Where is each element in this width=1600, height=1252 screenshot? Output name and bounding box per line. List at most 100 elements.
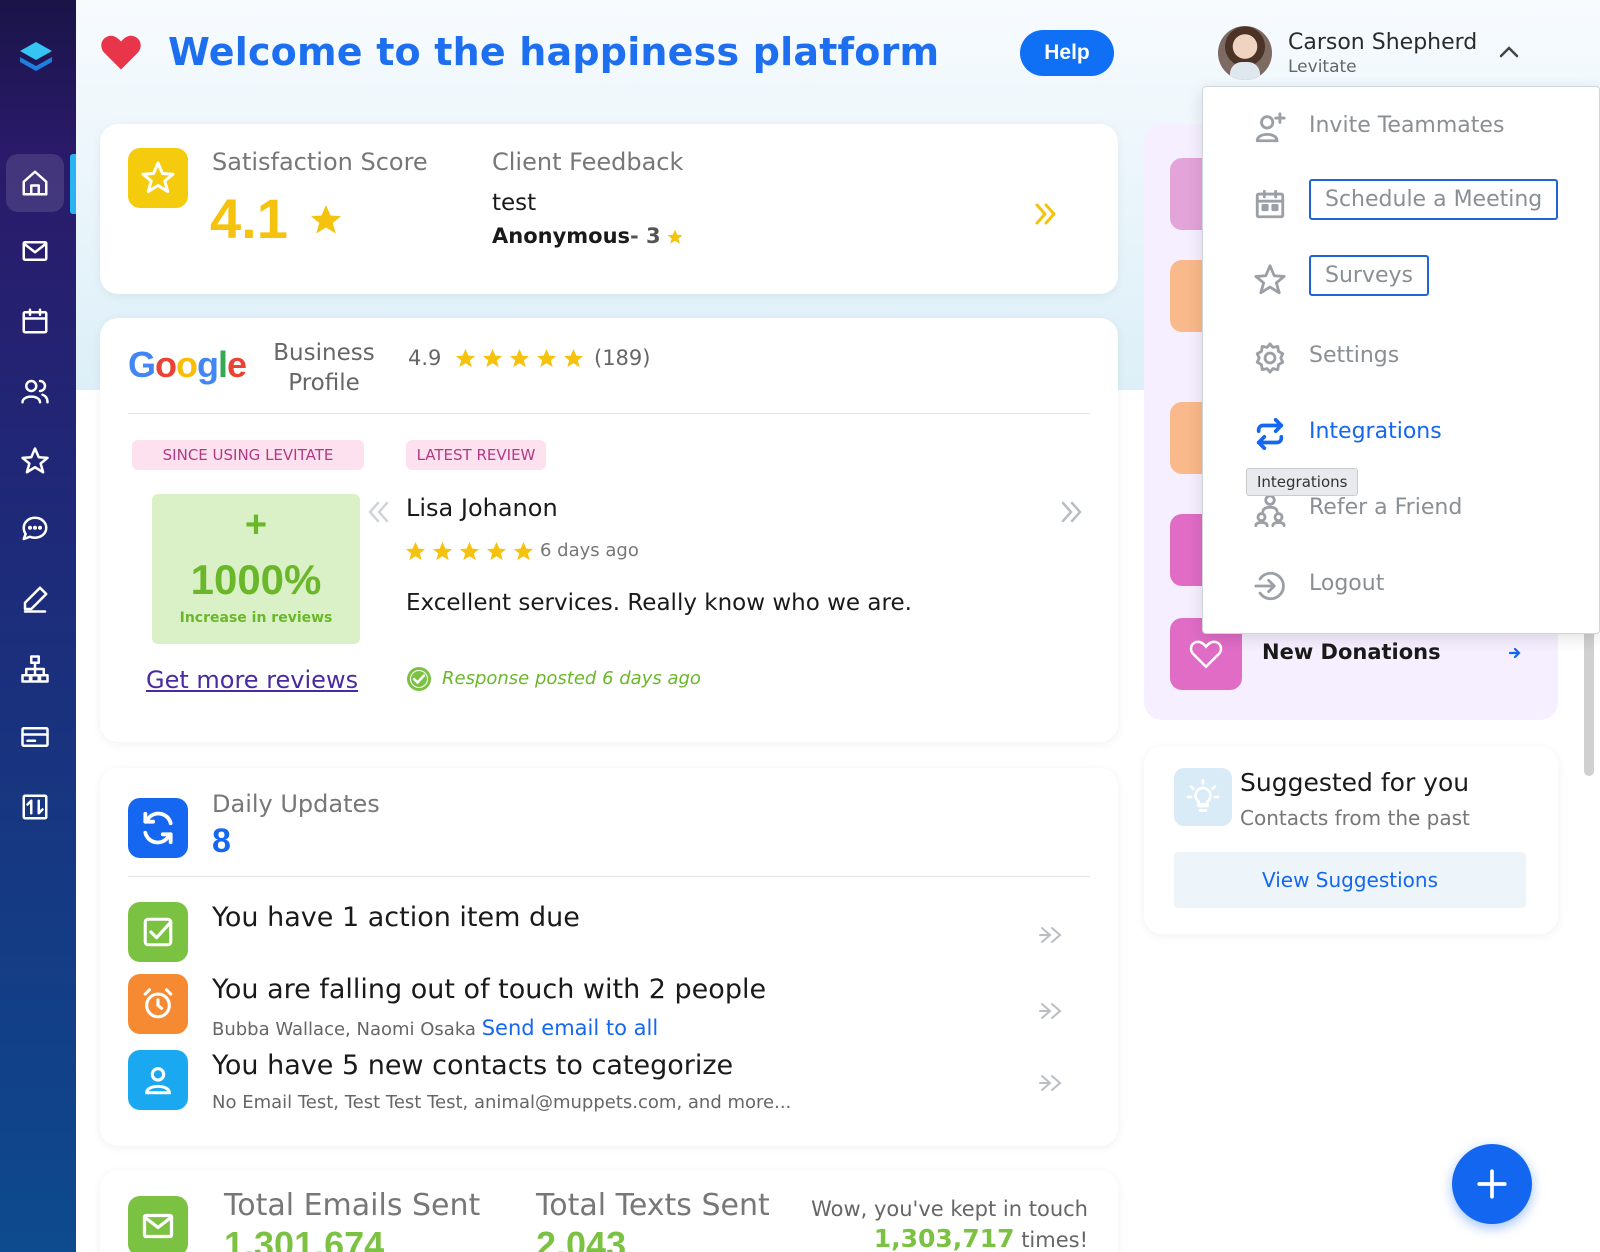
kept-in-touch-prefix: Wow, you've kept in touch	[811, 1197, 1088, 1221]
feedback-author: Anonymous	[492, 224, 631, 248]
nav-transfer-icon[interactable]	[6, 778, 64, 836]
double-chevron-right-icon[interactable]	[1032, 200, 1060, 228]
double-arrow-right-icon[interactable]	[1038, 924, 1066, 946]
update-subtitle: No Email Test, Test Test Test, animal@mu…	[212, 1092, 792, 1113]
growth-value: 1000%	[190, 556, 322, 603]
update-title: You have 1 action item due	[212, 902, 580, 933]
page-title: Welcome to the happiness platform	[168, 30, 940, 74]
nav-hierarchy-icon[interactable]	[6, 640, 64, 698]
menu-item-label: Refer a Friend	[1309, 495, 1463, 520]
response-posted-text: Response posted 6 days ago	[442, 668, 701, 689]
avatar[interactable]	[1218, 26, 1272, 80]
divider	[128, 876, 1090, 877]
double-chevron-right-icon[interactable]	[1058, 498, 1086, 526]
review-text: Excellent services. Really know who we a…	[406, 590, 912, 616]
kept-in-touch-count: 1,303,717	[873, 1224, 1015, 1252]
user-menu-dropdown: Invite Teammates Schedule a Meeting Surv…	[1202, 86, 1600, 634]
nav-edit-icon[interactable]	[6, 570, 64, 628]
growth-plus: +	[244, 504, 268, 546]
add-button[interactable]	[1452, 1144, 1532, 1224]
menu-item-schedule-meeting[interactable]: Schedule a Meeting	[1203, 175, 1599, 231]
nav-home-icon[interactable]	[6, 154, 64, 212]
reviewer-name: Lisa Johanon	[406, 494, 558, 522]
sync-arrows-icon	[1253, 417, 1287, 451]
nav-calendar-icon[interactable]	[6, 292, 64, 350]
star-icon	[459, 541, 480, 561]
satisfaction-label: Satisfaction Score	[212, 148, 428, 176]
since-using-badge: SINCE USING LEVITATE	[132, 440, 364, 470]
satisfaction-card: Satisfaction Score 4.1 Client Feedback t…	[100, 124, 1118, 294]
lightbulb-icon	[1174, 768, 1232, 826]
star-icon	[513, 541, 534, 561]
refresh-icon	[128, 798, 188, 858]
update-title: You have 5 new contacts to categorize	[212, 1050, 734, 1081]
suggested-card: Suggested for you Contacts from the past…	[1144, 746, 1558, 934]
send-email-to-all-link[interactable]: Send email to all	[482, 1016, 658, 1040]
get-more-reviews-link[interactable]: Get more reviews	[146, 666, 358, 694]
feedback-rating: - 3	[630, 224, 661, 248]
google-rating: 4.9	[408, 346, 442, 370]
double-chevron-left-icon[interactable]	[364, 498, 392, 526]
menu-item-label: Settings	[1309, 343, 1400, 368]
divider	[128, 413, 1090, 414]
total-emails-value: 1,301,674	[224, 1224, 385, 1252]
nav-chat-icon[interactable]	[6, 500, 64, 558]
chevron-up-icon[interactable]	[1498, 44, 1520, 58]
nav-star-icon[interactable]	[6, 432, 64, 490]
view-suggestions-button[interactable]: View Suggestions	[1174, 852, 1526, 908]
totals-card: Total Emails Sent 1,301,674 Total Texts …	[100, 1170, 1118, 1252]
nav-card-icon[interactable]	[6, 708, 64, 766]
menu-item-invite-teammates[interactable]: Invite Teammates	[1203, 99, 1599, 155]
nav-contacts-icon[interactable]	[6, 362, 64, 420]
total-emails-label: Total Emails Sent	[224, 1188, 481, 1223]
double-arrow-right-icon[interactable]	[1038, 1072, 1066, 1094]
satisfaction-star-icon	[128, 148, 188, 208]
total-texts-value: 2,043	[536, 1224, 627, 1252]
star-icon	[563, 348, 584, 368]
kept-in-touch-suffix: times!	[1021, 1228, 1088, 1252]
daily-updates-label: Daily Updates	[212, 790, 380, 818]
review-time: 6 days ago	[540, 540, 639, 561]
user-name[interactable]: Carson Shepherd	[1288, 30, 1477, 55]
menu-item-logout[interactable]: Logout	[1203, 557, 1599, 613]
google-review-count: (189)	[594, 346, 651, 370]
latest-review-badge: LATEST REVIEW	[406, 440, 546, 470]
daily-updates-card: Daily Updates 8 You have 1 action item d…	[100, 768, 1118, 1146]
kept-in-touch-message: Wow, you've kept in touch 1,303,717 time…	[811, 1194, 1088, 1252]
growth-stat-box: + 1000% Increase in reviews	[152, 494, 360, 644]
menu-item-integrations[interactable]: Integrations	[1203, 405, 1599, 461]
plus-icon	[1477, 1169, 1507, 1199]
google-reviews-card: Google Business Profile 4.9 (189) SINCE …	[100, 318, 1118, 742]
help-button[interactable]: Help	[1020, 30, 1114, 76]
star-icon	[405, 541, 426, 561]
user-plus-icon	[1253, 111, 1287, 145]
alarm-clock-icon	[128, 974, 188, 1034]
update-subtitle-names: Bubba Wallace, Naomi Osaka	[212, 1019, 476, 1040]
user-org: Levitate	[1288, 57, 1357, 77]
star-icon	[455, 348, 476, 368]
checkbox-icon	[128, 902, 188, 962]
kept-in-touch-count-line: 1,303,717 times!	[811, 1224, 1088, 1252]
users-icon	[1253, 493, 1287, 527]
gear-icon	[1253, 341, 1287, 375]
google-logo: Google	[128, 344, 247, 385]
google-stars	[454, 347, 585, 370]
update-title: You are falling out of touch with 2 peop…	[212, 974, 767, 1005]
logout-icon	[1253, 569, 1287, 603]
new-donations-label[interactable]: New Donations	[1262, 640, 1441, 664]
menu-item-settings[interactable]: Settings	[1203, 329, 1599, 385]
suggested-subtitle: Contacts from the past	[1240, 806, 1470, 830]
double-arrow-right-icon[interactable]	[1038, 1000, 1066, 1022]
menu-item-surveys[interactable]: Surveys	[1203, 251, 1599, 307]
update-subtitle: Bubba Wallace, Naomi Osaka Send email to…	[212, 1016, 658, 1040]
star-icon	[432, 541, 453, 561]
menu-item-label: Schedule a Meeting	[1309, 179, 1559, 220]
heart-icon	[101, 35, 141, 70]
client-feedback-label: Client Feedback	[492, 148, 684, 176]
layers-logo-icon[interactable]	[16, 38, 56, 78]
nav-mail-icon[interactable]	[6, 222, 64, 280]
total-texts-label: Total Texts Sent	[536, 1188, 770, 1223]
arrow-right-icon[interactable]	[1508, 646, 1522, 660]
daily-updates-count: 8	[212, 822, 231, 860]
feedback-star-icon	[667, 229, 683, 244]
